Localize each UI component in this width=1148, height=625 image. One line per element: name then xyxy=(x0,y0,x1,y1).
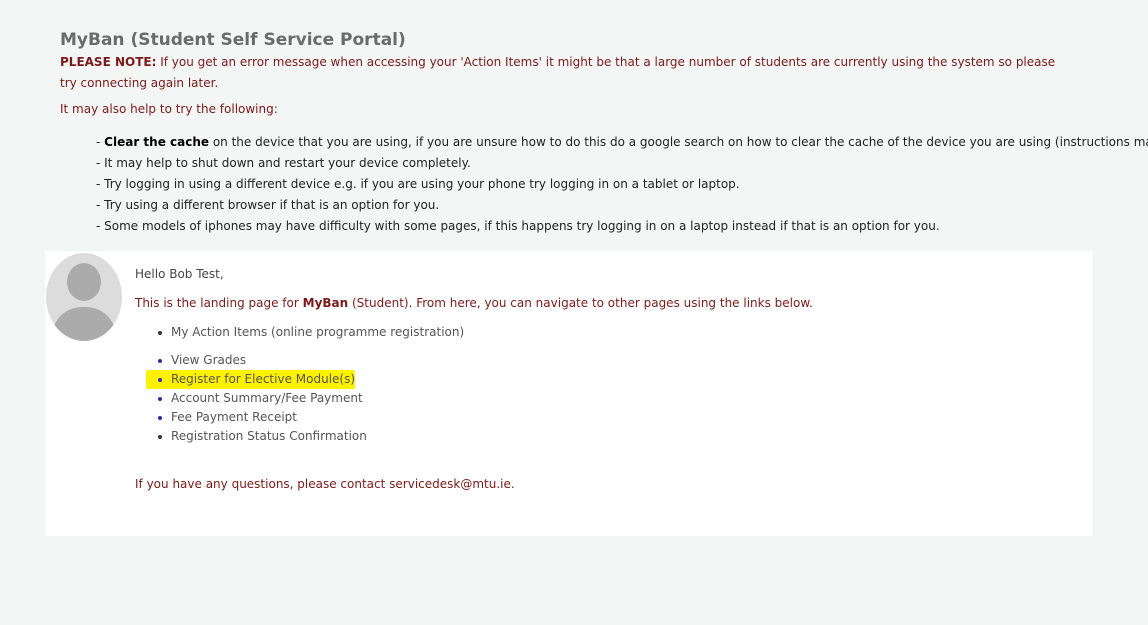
help-intro: It may also help to try the following: xyxy=(60,102,278,116)
notice-label: PLEASE NOTE: xyxy=(60,55,157,69)
user-silhouette-icon xyxy=(46,253,122,341)
notice: PLEASE NOTE: If you get an error message… xyxy=(60,52,1060,94)
landing-intro-end: (Student). From here, you can navigate t… xyxy=(348,296,813,310)
tip-text: on the device that you are using, if you… xyxy=(209,135,1148,149)
contact-info: If you have any questions, please contac… xyxy=(135,477,515,491)
link-my-action-items[interactable]: My Action Items (online programme regist… xyxy=(153,323,464,342)
landing-panel: Hello Bob Test, This is the landing page… xyxy=(45,251,1093,536)
portal-links: View Grades Register for Elective Module… xyxy=(146,351,367,446)
page-title: MyBan (Student Self Service Portal) xyxy=(60,30,406,50)
brand-name: MyBan xyxy=(302,296,349,310)
action-items-list: My Action Items (online programme regist… xyxy=(153,323,464,342)
tip-prefix: - xyxy=(96,135,105,149)
greeting: Hello Bob Test, xyxy=(135,267,224,281)
tip-other-device: - Try logging in using a different devic… xyxy=(96,177,740,191)
tip-other-browser: - Try using a different browser if that … xyxy=(96,198,440,212)
link-registration-status[interactable]: Registration Status Confirmation xyxy=(153,427,367,446)
tip-restart: - It may help to shut down and restart y… xyxy=(96,156,471,170)
notice-text: If you get an error message when accessi… xyxy=(60,55,1056,90)
link-view-grades[interactable]: View Grades xyxy=(153,351,367,370)
link-register-elective-modules[interactable]: Register for Elective Module(s) xyxy=(146,370,355,389)
landing-intro-start: This is the landing page for xyxy=(135,296,303,310)
tip-emphasis: Clear the cache xyxy=(104,135,210,149)
tip-clear-cache: - Clear the cache on the device that you… xyxy=(96,132,1148,153)
troubleshooting-tips: - Clear the cache on the device that you… xyxy=(96,132,1148,237)
tip-iphones: - Some models of iphones may have diffic… xyxy=(96,219,940,233)
link-account-summary[interactable]: Account Summary/Fee Payment xyxy=(153,389,367,408)
landing-intro: This is the landing page for MyBan (Stud… xyxy=(135,296,813,310)
link-fee-payment-receipt[interactable]: Fee Payment Receipt xyxy=(153,408,367,427)
